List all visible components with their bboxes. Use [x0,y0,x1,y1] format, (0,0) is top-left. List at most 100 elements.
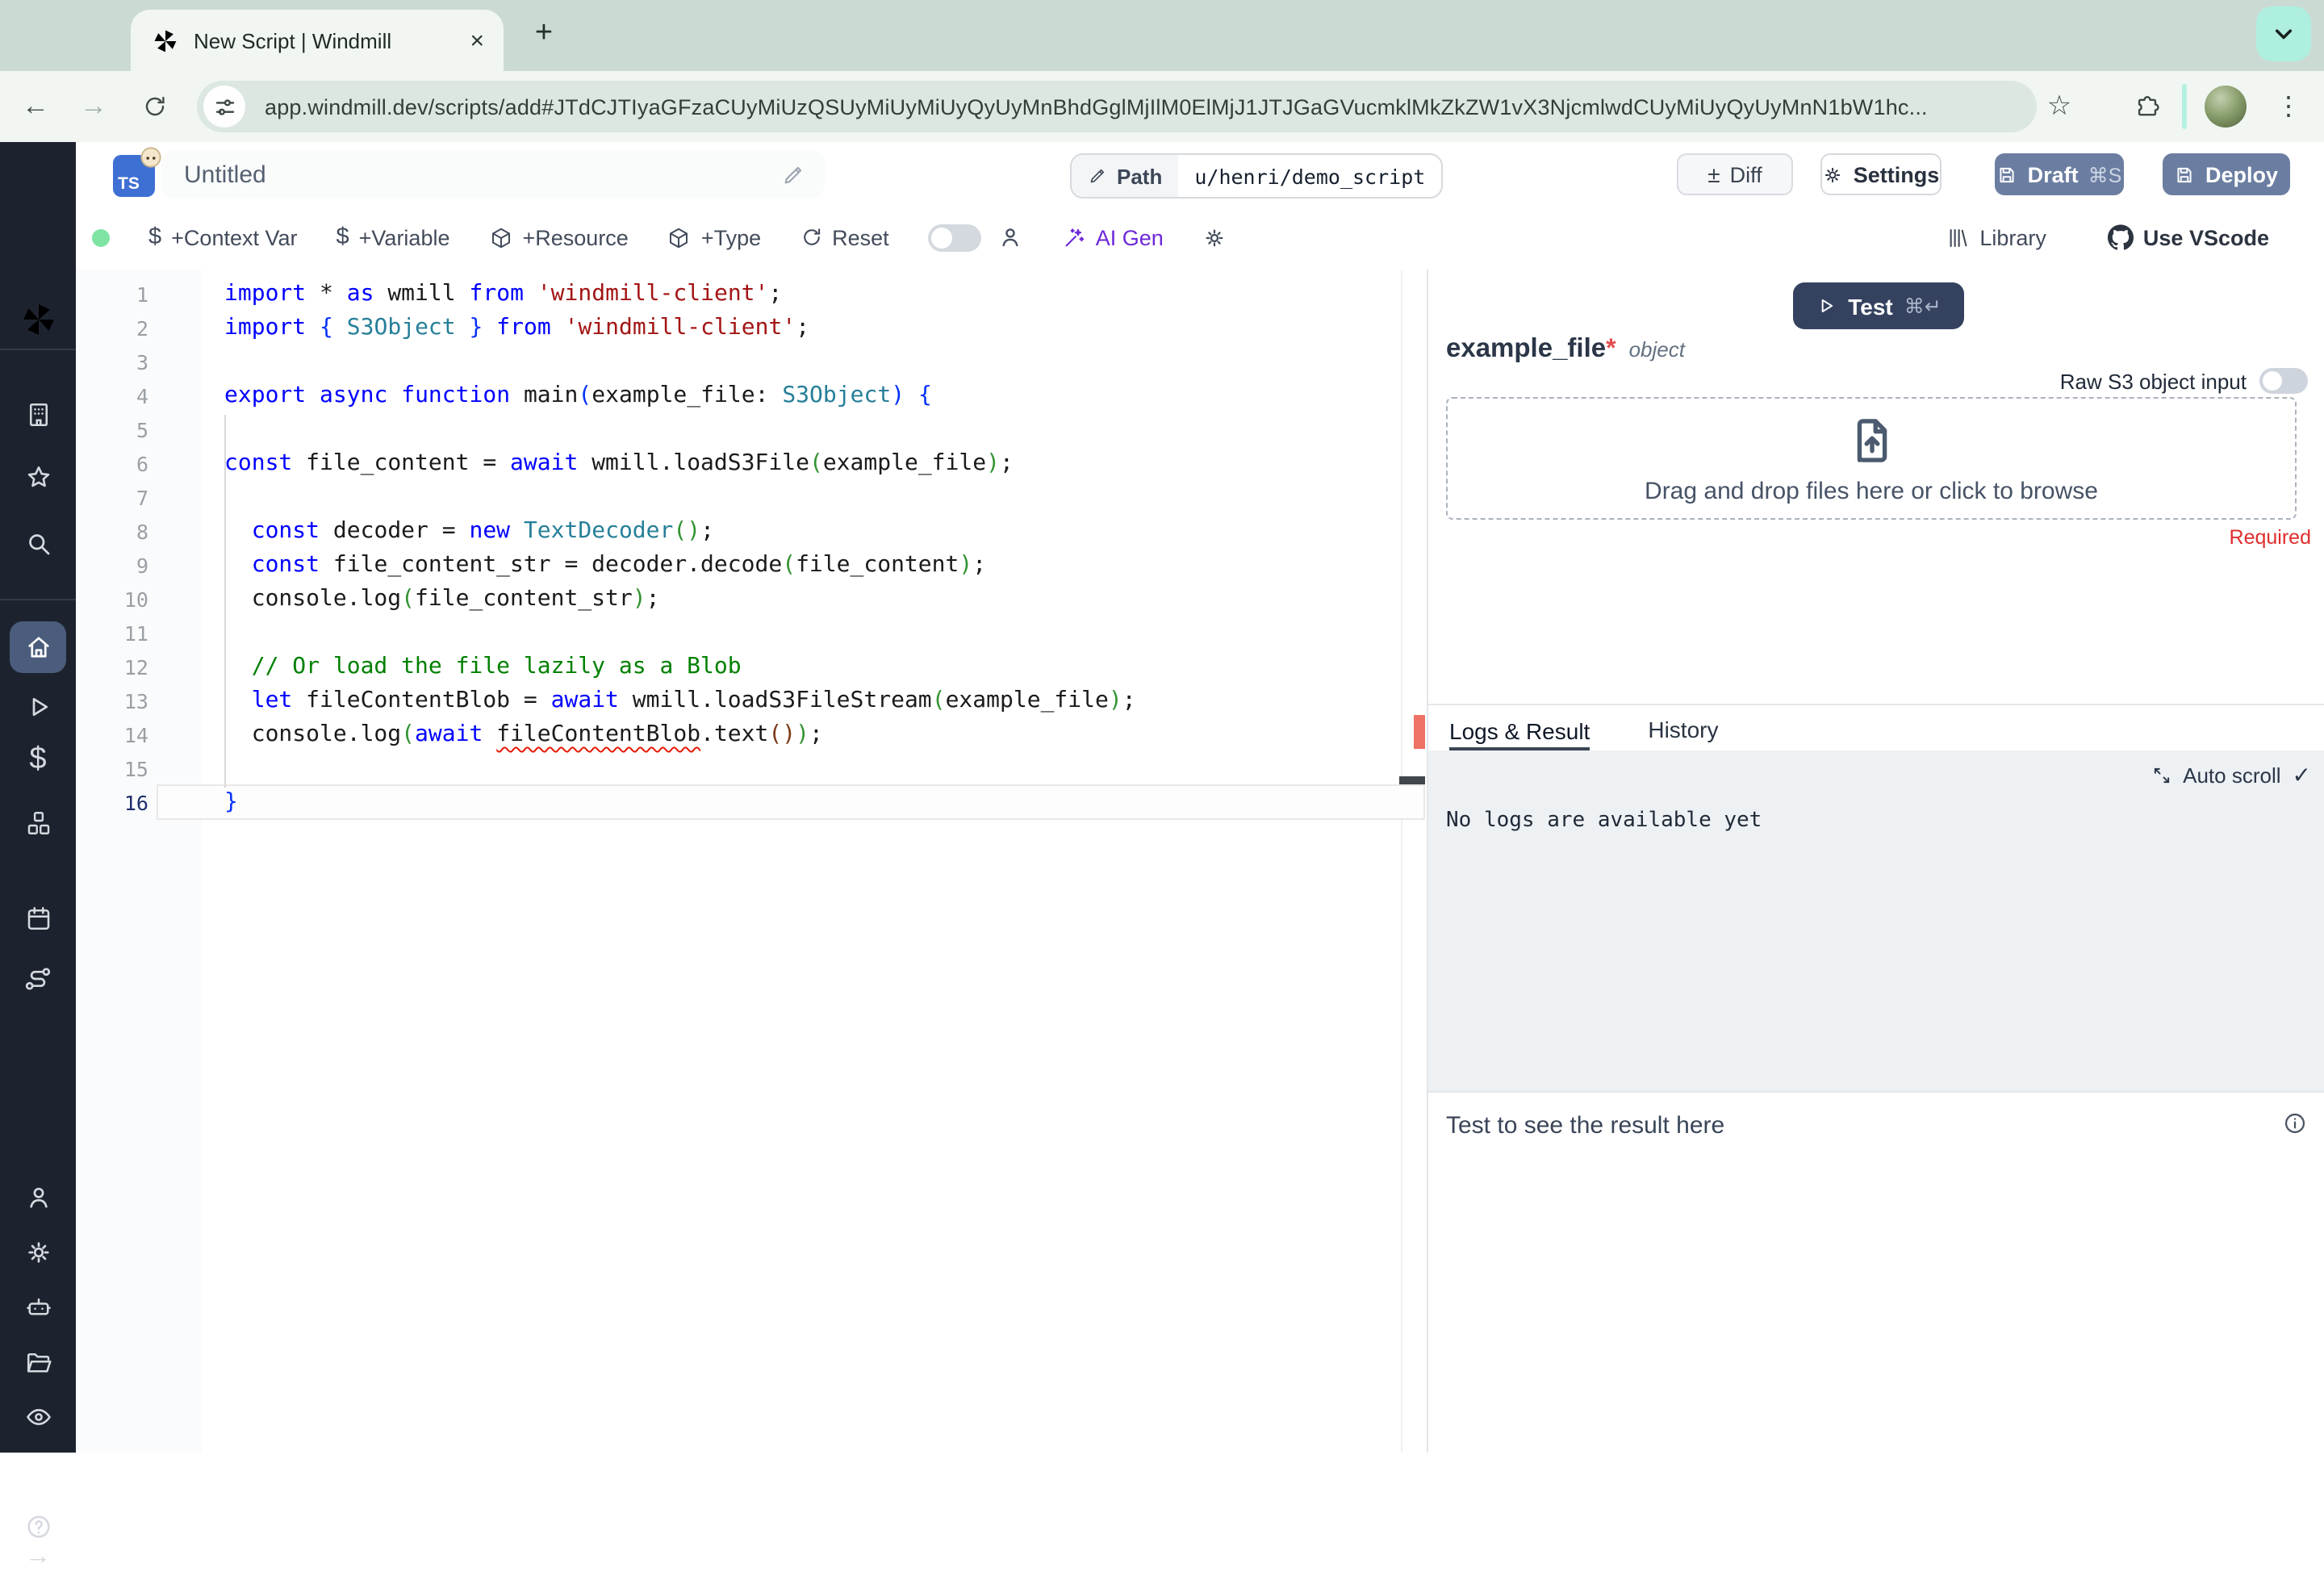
autoscroll-control[interactable]: Auto scroll ✓ [2151,762,2311,789]
library-button[interactable]: Library [1946,225,2046,249]
sidebar-item-settings[interactable] [0,1238,76,1267]
tab-logs-result[interactable]: Logs & Result [1449,717,1590,750]
lang-ready-dot [92,228,110,246]
cursor-overview-marker [1399,776,1425,784]
path-button[interactable]: Path u/henri/demo_script [1070,153,1444,199]
forward-button[interactable]: → [74,71,113,142]
deploy-label: Deploy [2205,162,2278,186]
folder-icon [23,1348,52,1377]
sidebar-collapse-button[interactable]: → [0,1543,76,1572]
package-icon [667,225,692,249]
browser-tab-strip: .tab .pw1{fill:#2b5fe3}.tab .pw2{fill:#8… [0,0,2324,71]
raw-s3-toggle[interactable] [2259,368,2308,394]
tab-search-button[interactable] [2256,6,2311,61]
draft-shortcut: ⌘S [2088,164,2122,186]
use-vscode-button[interactable]: Use VScode [2108,224,2269,250]
test-shortcut: ⌘↵ [1904,295,1942,318]
sidebar-item-folders[interactable] [0,1348,76,1377]
sidebar-item-workers[interactable] [0,1293,76,1322]
result-placeholder: Test to see the result here [1446,1112,1725,1139]
dollar-icon: $ [336,224,349,250]
code-editor[interactable]: 1 import * as wmill from 'windmill-client… [76,270,1427,1453]
sidebar-item-schedules[interactable] [0,904,76,933]
deploy-button[interactable]: Deploy [2163,153,2290,195]
robot-icon [23,1293,52,1322]
gear-icon [23,1238,52,1267]
test-button[interactable]: Test ⌘↵ [1793,282,1964,329]
dropzone-label: Drag and drop files here or click to bro… [1645,477,2098,504]
cubes-icon [23,809,52,838]
draft-label: Draft [2027,162,2079,186]
sidebar-item-home[interactable] [0,633,76,662]
tab-history[interactable]: History [1648,717,1718,750]
gear-icon [1202,225,1227,249]
windmill-favicon-icon: .tab .pw1{fill:#2b5fe3}.tab .pw2{fill:#8… [152,27,179,54]
multiplayer-toggle[interactable] [927,224,981,251]
sidebar-item-runs[interactable] [0,692,76,721]
upload-file-icon [1844,412,1899,467]
diff-label: Diff [1729,162,1762,186]
bun-icon [140,147,161,168]
script-header: TS Untitled Path u/henri/demo_script ± D… [76,142,2324,205]
bookmark-star-button[interactable]: ☆ [2040,71,2079,142]
editor-toolbar: $ +Context Var $ +Variable +Resource +Type… [76,205,2324,271]
refresh-icon [800,226,822,249]
profile-avatar[interactable] [2205,86,2247,128]
site-settings-button[interactable] [203,86,245,128]
add-variable-button[interactable]: $ +Variable [336,224,450,250]
package-icon [489,225,513,249]
address-bar[interactable]: app.windmill.dev/scripts/add#JTdCJTIyaGF… [197,81,2037,132]
add-type-button[interactable]: +Type [667,225,761,249]
tab-title: New Script | Windmill [194,28,392,52]
argument-name: example_file [1446,334,1607,363]
extensions-button[interactable] [2127,71,2166,142]
workspace-icon [23,400,52,429]
back-button[interactable]: ← [16,71,55,142]
settings-button[interactable]: Settings [1820,153,1942,195]
sidebar-item-help[interactable] [0,1512,76,1541]
sidebar-item-audit[interactable] [0,1403,76,1432]
path-label: Path [1117,164,1163,188]
windmill-logo[interactable]: .sidebar .pw1{fill:#f2f4f7}.sidebar .pw2… [0,300,76,339]
sidebar-item-workspace[interactable] [0,400,76,429]
script-summary-input[interactable]: Untitled [161,150,825,199]
test-label: Test [1848,293,1893,319]
output-tabs: Logs & Result History [1428,704,2324,750]
sidebar-item-variables[interactable]: $ [0,742,76,778]
sidebar: .sidebar .pw1{fill:#f2f4f7}.sidebar .pw2… [0,142,76,1570]
reload-button[interactable] [136,71,174,142]
plus-minus-icon: ± [1707,161,1720,187]
play-icon [23,692,52,721]
settings-label: Settings [1853,162,1940,186]
sidebar-item-search[interactable] [0,529,76,558]
sidebar-item-user[interactable] [0,1183,76,1212]
error-overview-marker [1414,715,1425,749]
save-icon [2175,164,2196,185]
file-dropzone[interactable]: Drag and drop files here or click to bro… [1446,397,2297,520]
dollar-icon: $ [148,224,162,250]
expand-icon [2151,765,2171,786]
person-icon [23,1183,52,1212]
add-context-var-button[interactable]: $ +Context Var [148,224,298,250]
ai-gen-button[interactable]: AI Gen [1062,225,1164,249]
wand-icon [1062,225,1086,249]
browser-tab[interactable]: .tab .pw1{fill:#2b5fe3}.tab .pw2{fill:#8… [131,10,504,71]
argument-type: object [1628,337,1685,362]
home-icon [23,633,52,662]
empty-logs-message: No logs are available yet [1446,809,1762,833]
editor-settings-button[interactable] [1202,225,1227,249]
browser-menu-button[interactable]: ⋮ [2269,71,2308,142]
diff-button[interactable]: ± Diff [1677,153,1793,195]
tab-close-button[interactable]: × [470,27,484,54]
browser-toolbar: ← → app.windmill.dev/scripts/add#JTdCJTI… [0,71,2324,142]
sidebar-item-resources[interactable] [0,809,76,838]
add-resource-button[interactable]: +Resource [489,225,629,249]
draft-button[interactable]: Draft ⌘S [1995,153,2124,195]
pencil-icon [1088,166,1107,186]
sidebar-item-favorites[interactable] [0,463,76,492]
sidebar-item-flows[interactable] [0,964,76,994]
reset-button[interactable]: Reset [800,225,889,249]
reload-icon [142,94,168,119]
info-icon[interactable] [2282,1110,2308,1136]
new-tab-button[interactable]: + [523,13,565,55]
